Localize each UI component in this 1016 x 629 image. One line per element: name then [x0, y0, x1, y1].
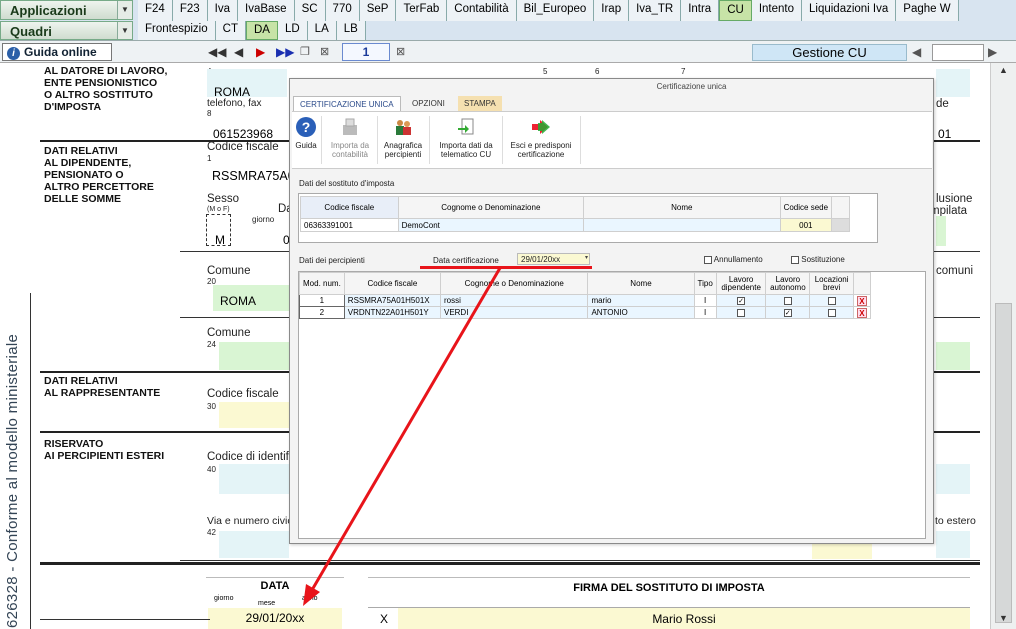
- arrow-line: [310, 267, 502, 591]
- annotation-arrow: [303, 267, 502, 606]
- arrow-head: [303, 584, 320, 606]
